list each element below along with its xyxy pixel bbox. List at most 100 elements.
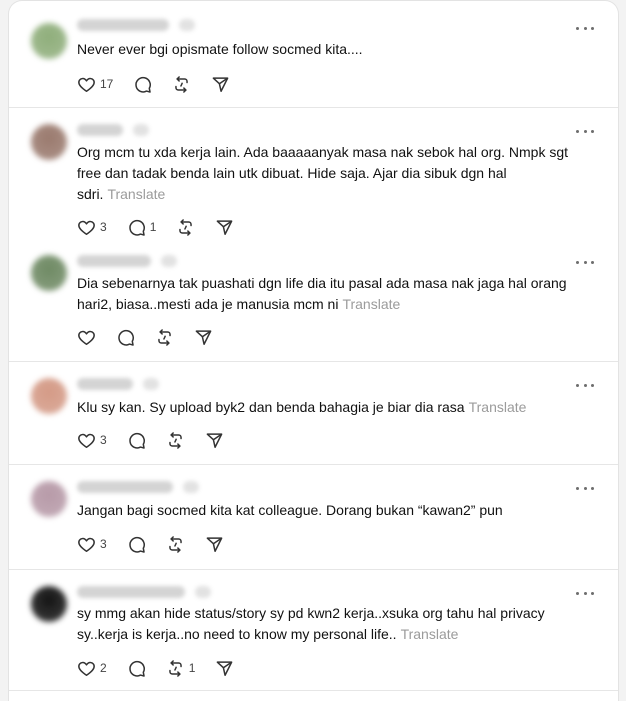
comment-icon — [118, 329, 134, 346]
repost-button[interactable] — [172, 74, 191, 94]
post-actions: 3 — [77, 430, 244, 450]
translate-link[interactable]: Translate — [342, 296, 400, 312]
avatar[interactable] — [31, 255, 67, 291]
post-text: Dia sebenarnya tak puashati dgn life dia… — [77, 275, 567, 312]
username-blurred[interactable] — [77, 124, 123, 136]
avatar[interactable] — [31, 586, 67, 622]
comment-icon — [128, 536, 145, 553]
post-actions: 3 — [77, 534, 244, 554]
repost-button[interactable] — [155, 327, 174, 347]
username-blurred[interactable] — [77, 19, 169, 31]
send-icon — [216, 219, 233, 235]
send-icon — [216, 660, 233, 676]
like-count: 3 — [100, 220, 107, 234]
username-blurred[interactable] — [77, 255, 151, 267]
reply-button[interactable] — [133, 74, 152, 94]
share-button[interactable] — [215, 217, 234, 237]
reply-button[interactable] — [127, 430, 146, 450]
like-button[interactable]: 3 — [77, 534, 107, 554]
threads-feed: Never ever bgi opismate follow socmed ki… — [8, 0, 619, 701]
post: Klu sy kan. Sy upload byk2 dan benda bah… — [9, 362, 618, 465]
repost-button[interactable] — [166, 430, 185, 450]
post: Jangan bagi socmed kita kat colleague. D… — [9, 465, 618, 570]
post: Org mcm tu xda kerja lain. Ada baaaaanya… — [9, 108, 618, 243]
post: Dia sebenarnya tak puashati dgn life dia… — [9, 243, 618, 362]
comment-icon — [128, 432, 145, 449]
avatar[interactable] — [31, 378, 67, 414]
comment-icon — [128, 660, 145, 677]
post-text: Jangan bagi socmed kita kat colleague. D… — [77, 502, 503, 518]
username-blurred[interactable] — [77, 586, 185, 598]
repost-button[interactable] — [176, 217, 195, 237]
repost-button[interactable]: 1 — [166, 658, 196, 678]
timestamp-blurred — [143, 378, 159, 390]
reply-button[interactable] — [127, 534, 146, 554]
reply-button[interactable] — [116, 327, 135, 347]
share-button[interactable] — [194, 327, 213, 347]
like-count: 17 — [100, 77, 114, 91]
timestamp-blurred — [161, 255, 177, 267]
more-options-icon[interactable] — [576, 21, 594, 35]
like-button[interactable] — [77, 327, 96, 347]
send-icon — [212, 76, 229, 92]
translate-link[interactable]: Translate — [469, 399, 527, 415]
username-blurred[interactable] — [77, 378, 133, 390]
repost-icon — [179, 218, 193, 236]
repost-icon — [168, 431, 182, 449]
post-actions — [77, 327, 233, 347]
send-icon — [206, 432, 223, 448]
heart-icon — [78, 220, 95, 235]
like-count: 2 — [100, 661, 107, 675]
comment-icon — [128, 219, 145, 236]
post-actions: 17 — [77, 74, 250, 94]
post: Never ever bgi opismate follow socmed ki… — [9, 1, 618, 108]
heart-icon — [78, 433, 95, 448]
avatar[interactable] — [31, 481, 67, 517]
share-button[interactable] — [205, 430, 224, 450]
more-options-icon[interactable] — [576, 586, 594, 600]
heart-icon — [78, 77, 95, 92]
comment-icon — [135, 76, 152, 93]
heart-icon — [78, 661, 95, 676]
like-button[interactable]: 17 — [77, 74, 113, 94]
timestamp-blurred — [179, 19, 195, 31]
more-options-icon[interactable] — [576, 481, 594, 495]
avatar[interactable] — [31, 23, 67, 59]
repost-icon — [158, 328, 171, 346]
reply-button[interactable] — [127, 658, 146, 678]
share-button[interactable] — [215, 658, 234, 678]
translate-link[interactable]: Translate — [401, 626, 459, 642]
translate-link[interactable]: Translate — [107, 186, 165, 202]
post-text: Never ever bgi opismate follow socmed ki… — [77, 41, 363, 57]
more-options-icon[interactable] — [576, 255, 594, 269]
like-count: 3 — [100, 537, 107, 551]
post-text: sy mmg akan hide status/story sy pd kwn2… — [77, 605, 545, 642]
like-count: 3 — [100, 433, 107, 447]
timestamp-blurred — [133, 124, 149, 136]
username-blurred[interactable] — [77, 481, 173, 493]
heart-icon — [78, 330, 95, 345]
send-icon — [206, 536, 223, 552]
share-button[interactable] — [211, 74, 230, 94]
timestamp-blurred — [183, 481, 199, 493]
repost-icon — [175, 75, 189, 93]
reply-button[interactable]: 1 — [127, 217, 157, 237]
like-button[interactable]: 3 — [77, 430, 107, 450]
post-text: Org mcm tu xda kerja lain. Ada baaaaanya… — [77, 144, 569, 202]
more-options-icon[interactable] — [576, 378, 594, 392]
like-button[interactable]: 3 — [77, 217, 107, 237]
like-button[interactable]: 2 — [77, 658, 107, 678]
send-icon — [195, 329, 212, 345]
repost-button[interactable] — [166, 534, 185, 554]
heart-icon — [78, 537, 95, 552]
avatar[interactable] — [31, 124, 67, 160]
post-actions: 2 1 — [77, 658, 254, 678]
share-button[interactable] — [205, 534, 224, 554]
reply-count: 1 — [149, 220, 157, 234]
timestamp-blurred — [195, 586, 211, 598]
more-options-icon[interactable] — [576, 124, 594, 138]
post-actions: 3 1 — [77, 217, 254, 237]
post-text: Klu sy kan. Sy upload byk2 dan benda bah… — [77, 399, 527, 415]
repost-count: 1 — [188, 661, 196, 675]
repost-icon — [168, 535, 182, 553]
